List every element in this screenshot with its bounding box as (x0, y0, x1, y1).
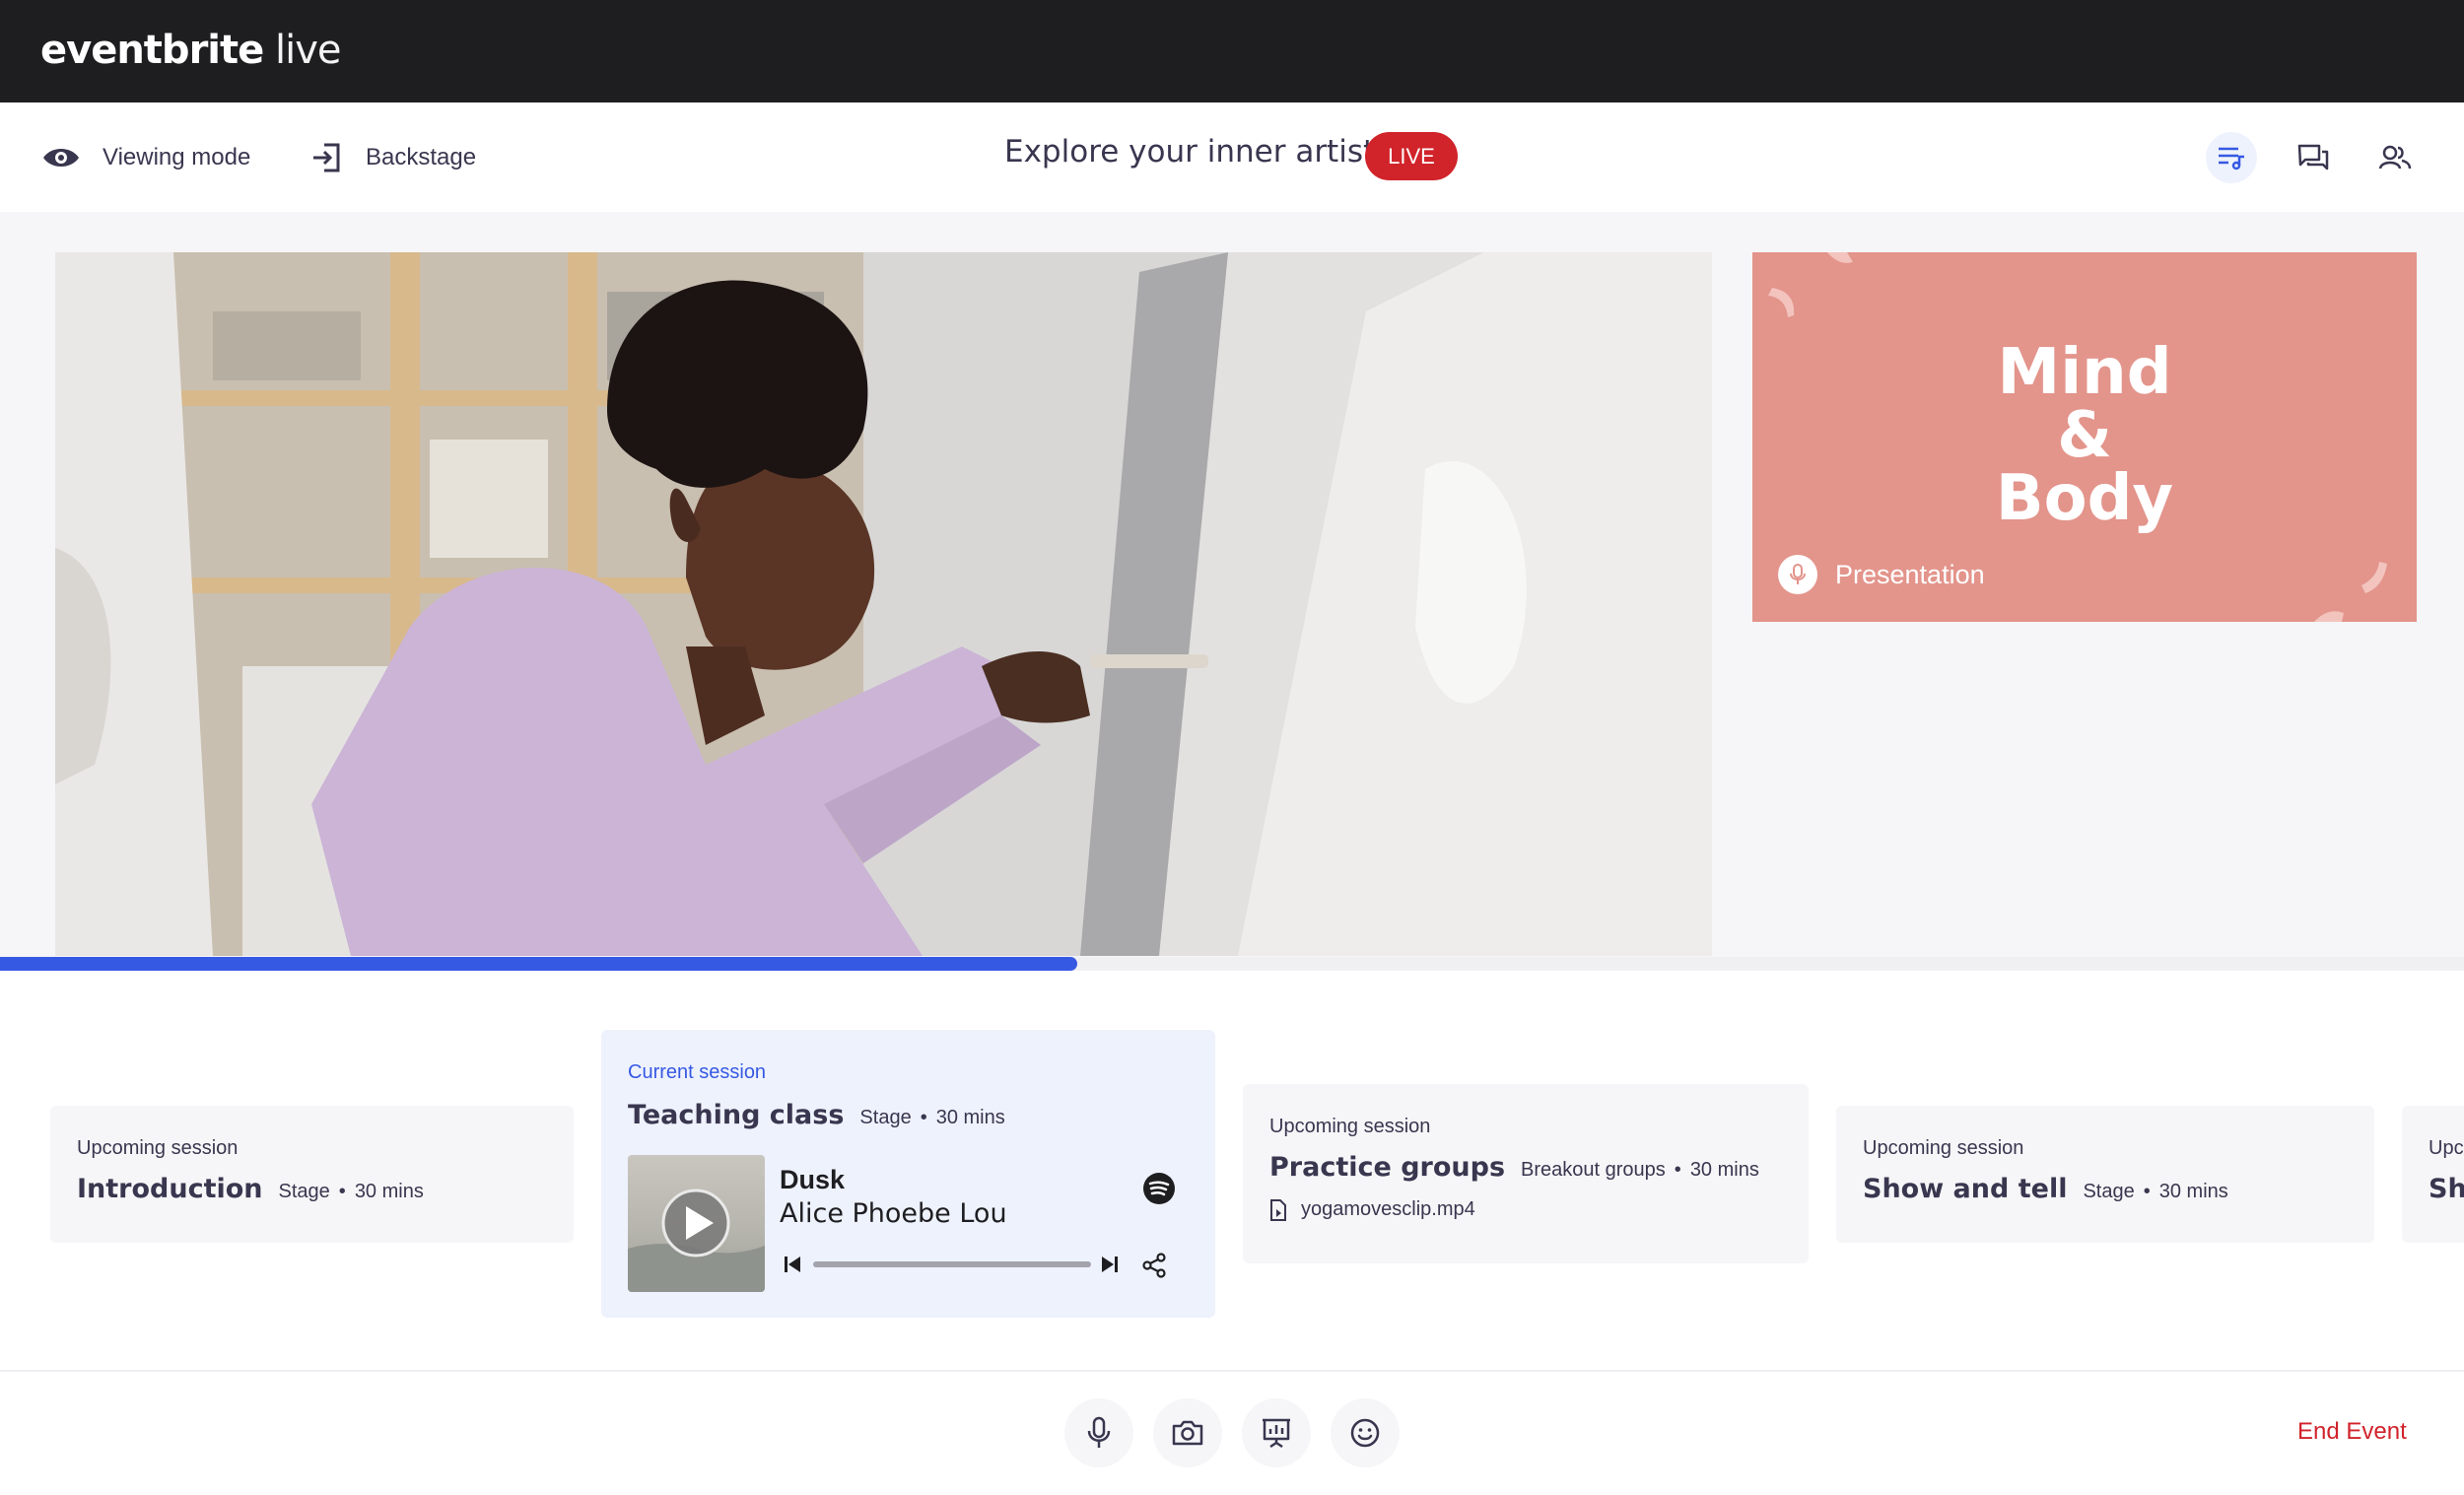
chat-button[interactable] (2288, 132, 2339, 183)
session-card-show-and-tell[interactable]: Upcoming session Show and tell Stage • 30 m… (1836, 1106, 2374, 1243)
live-badge: LIVE (1365, 132, 1458, 180)
present-button[interactable] (1242, 1398, 1311, 1467)
speaker-video[interactable] (55, 252, 1712, 956)
slide-title-line3: Body (1995, 462, 2174, 535)
backstage-label: Backstage (366, 144, 477, 170)
attendees-button[interactable] (2369, 132, 2421, 183)
enter-icon (313, 143, 340, 172)
separator: • (338, 1181, 346, 1202)
next-icon[interactable] (1099, 1254, 1121, 1275)
emoji-icon (1350, 1418, 1380, 1448)
song-title: Dusk (780, 1165, 846, 1194)
event-title: Explore your inner artist (1004, 134, 1376, 170)
playlist-icon (2219, 147, 2244, 170)
microphone-button[interactable] (1064, 1398, 1133, 1467)
song-artist: Alice Phoebe Lou (780, 1198, 1007, 1229)
attachment-filename: yogamovesclip.mp4 (1301, 1198, 1475, 1220)
session-location: Stage (2083, 1181, 2135, 1202)
album-art[interactable] (628, 1155, 765, 1292)
spotify-icon[interactable] (1142, 1172, 1176, 1205)
chat-icon (2297, 144, 2329, 170)
session-status: Upcoming session (1863, 1137, 2024, 1159)
session-name: Introduction (77, 1174, 263, 1204)
session-location: Breakout groups (1521, 1159, 1666, 1181)
session-name: Show and tell (1863, 1174, 2068, 1204)
event-progress-fill (0, 957, 1077, 971)
session-card-introduction[interactable]: Upcoming session Introduction Stage • 30 mi… (50, 1106, 574, 1243)
eye-icon (43, 149, 79, 167)
session-card-current[interactable]: Current session Teaching class Stage • 30 m… (601, 1030, 1215, 1318)
end-event-button[interactable]: End Event (2297, 1418, 2407, 1446)
session-card-practice-groups[interactable]: Upcoming session Practice groups Breakout… (1243, 1084, 1809, 1263)
slide-caption: Presentation (1778, 555, 1985, 594)
session-location: Stage (278, 1181, 330, 1202)
presentation-slide[interactable]: Mind & Body Presentation (1752, 252, 2417, 622)
previous-icon[interactable] (782, 1254, 803, 1275)
slide-title-line2: & (2057, 399, 2112, 472)
session-location: Stage (859, 1107, 912, 1128)
video-file-icon (1270, 1198, 1286, 1221)
microphone-icon (1778, 555, 1817, 594)
backstage-button[interactable]: Backstage (310, 138, 476, 177)
microphone-icon (1087, 1416, 1111, 1448)
track-scrubber[interactable] (813, 1261, 1091, 1267)
artist-painting-image (55, 252, 1712, 956)
slide-caption-label: Presentation (1835, 559, 1985, 589)
session-duration: 30 mins (354, 1181, 424, 1202)
eventbrite-live-logo[interactable]: eventbrite live (40, 28, 341, 73)
session-duration: 30 mins (1689, 1159, 1759, 1181)
session-name: Sho (2429, 1174, 2464, 1204)
viewing-mode-button[interactable]: Viewing mode (41, 138, 250, 177)
viewing-mode-label: Viewing mode (103, 144, 251, 170)
music-player: Dusk Alice Phoebe Lou (628, 1155, 1180, 1292)
separator: • (920, 1107, 927, 1128)
reactions-button[interactable] (1331, 1398, 1400, 1467)
separator: • (2143, 1181, 2151, 1202)
control-bar (0, 1370, 2464, 1495)
present-icon (1263, 1418, 1290, 1449)
session-name: Practice groups (1269, 1152, 1506, 1183)
separator: • (1674, 1159, 1681, 1181)
session-duration: 30 mins (935, 1107, 1005, 1128)
session-status: Upcoming session (77, 1137, 239, 1159)
session-card-next[interactable]: Upco Sho (2402, 1106, 2464, 1243)
camera-icon (1172, 1420, 1203, 1446)
session-duration: 30 mins (2158, 1181, 2228, 1202)
slide-title: Mind & Body (1752, 341, 2417, 530)
playlist-button[interactable] (2206, 132, 2257, 183)
camera-button[interactable] (1153, 1398, 1222, 1467)
attachment[interactable]: yogamovesclip.mp4 (1269, 1198, 1782, 1221)
session-status: Upco (2429, 1137, 2464, 1159)
event-progress-bar (0, 957, 2464, 971)
attendees-icon (2378, 145, 2412, 170)
share-icon[interactable] (1140, 1252, 1168, 1279)
slide-title-line1: Mind (1997, 336, 2172, 409)
session-name: Teaching class (628, 1100, 845, 1130)
session-status: Upcoming session (1269, 1116, 1431, 1137)
session-status: Current session (628, 1061, 767, 1083)
top-bar: eventbrite live (0, 0, 2464, 102)
